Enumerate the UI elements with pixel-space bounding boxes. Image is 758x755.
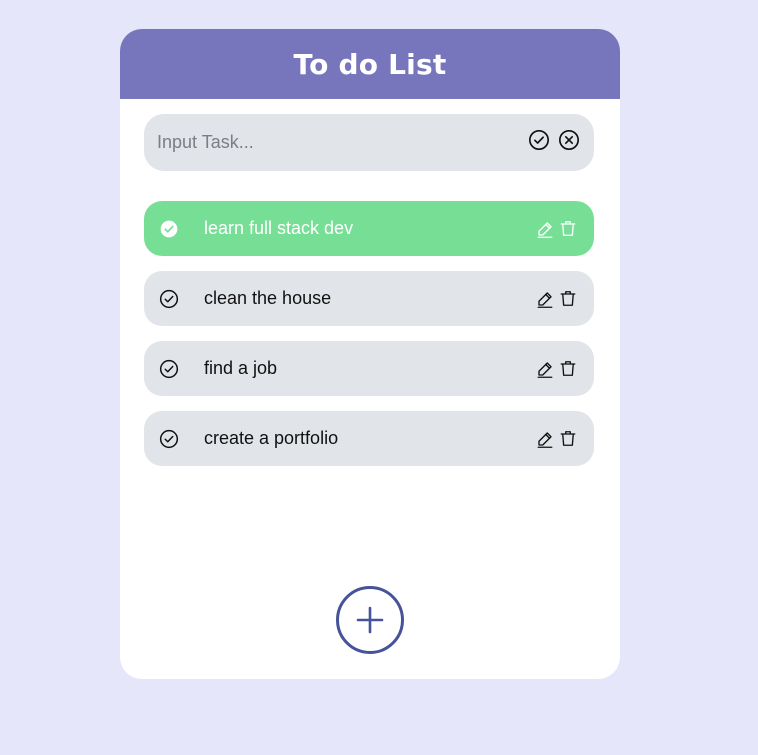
add-task-button[interactable]: [336, 586, 404, 654]
pencil-icon[interactable]: [535, 428, 555, 450]
task-actions: [535, 218, 578, 240]
list-item: learn full stack dev: [144, 201, 594, 256]
task-list: learn full stack dev clean the house find …: [144, 201, 594, 481]
pencil-icon[interactable]: [535, 218, 555, 240]
list-item: clean the house: [144, 271, 594, 326]
task-actions: [535, 288, 578, 310]
task-text: learn full stack dev: [204, 218, 354, 238]
task-text: find a job: [204, 358, 278, 378]
task-text: create a portfolio: [204, 428, 339, 448]
task-actions: [535, 428, 578, 450]
header: To do List: [120, 29, 620, 99]
list-item: create a portfolio: [144, 411, 594, 466]
check-circle-icon[interactable]: [158, 428, 180, 450]
x-circle-icon[interactable]: [557, 128, 581, 152]
input-actions: [527, 128, 594, 152]
task-input[interactable]: [144, 114, 527, 171]
todo-card: To do List learn full stack dev clean the…: [120, 29, 620, 679]
pencil-icon[interactable]: [535, 358, 555, 380]
task-text: clean the house: [204, 288, 332, 308]
page-title: To do List: [293, 47, 447, 81]
pencil-icon[interactable]: [535, 288, 555, 310]
check-circle-icon[interactable]: [158, 358, 180, 380]
task-actions: [535, 358, 578, 380]
trash-icon[interactable]: [558, 428, 578, 450]
check-circle-icon[interactable]: [158, 288, 180, 310]
check-circle-icon[interactable]: [527, 128, 551, 152]
task-input-row: [144, 114, 594, 171]
list-item: find a job: [144, 341, 594, 396]
plus-icon: [356, 606, 384, 634]
trash-icon[interactable]: [558, 218, 578, 240]
trash-icon[interactable]: [558, 288, 578, 310]
check-circle-icon[interactable]: [158, 218, 180, 240]
trash-icon[interactable]: [558, 358, 578, 380]
